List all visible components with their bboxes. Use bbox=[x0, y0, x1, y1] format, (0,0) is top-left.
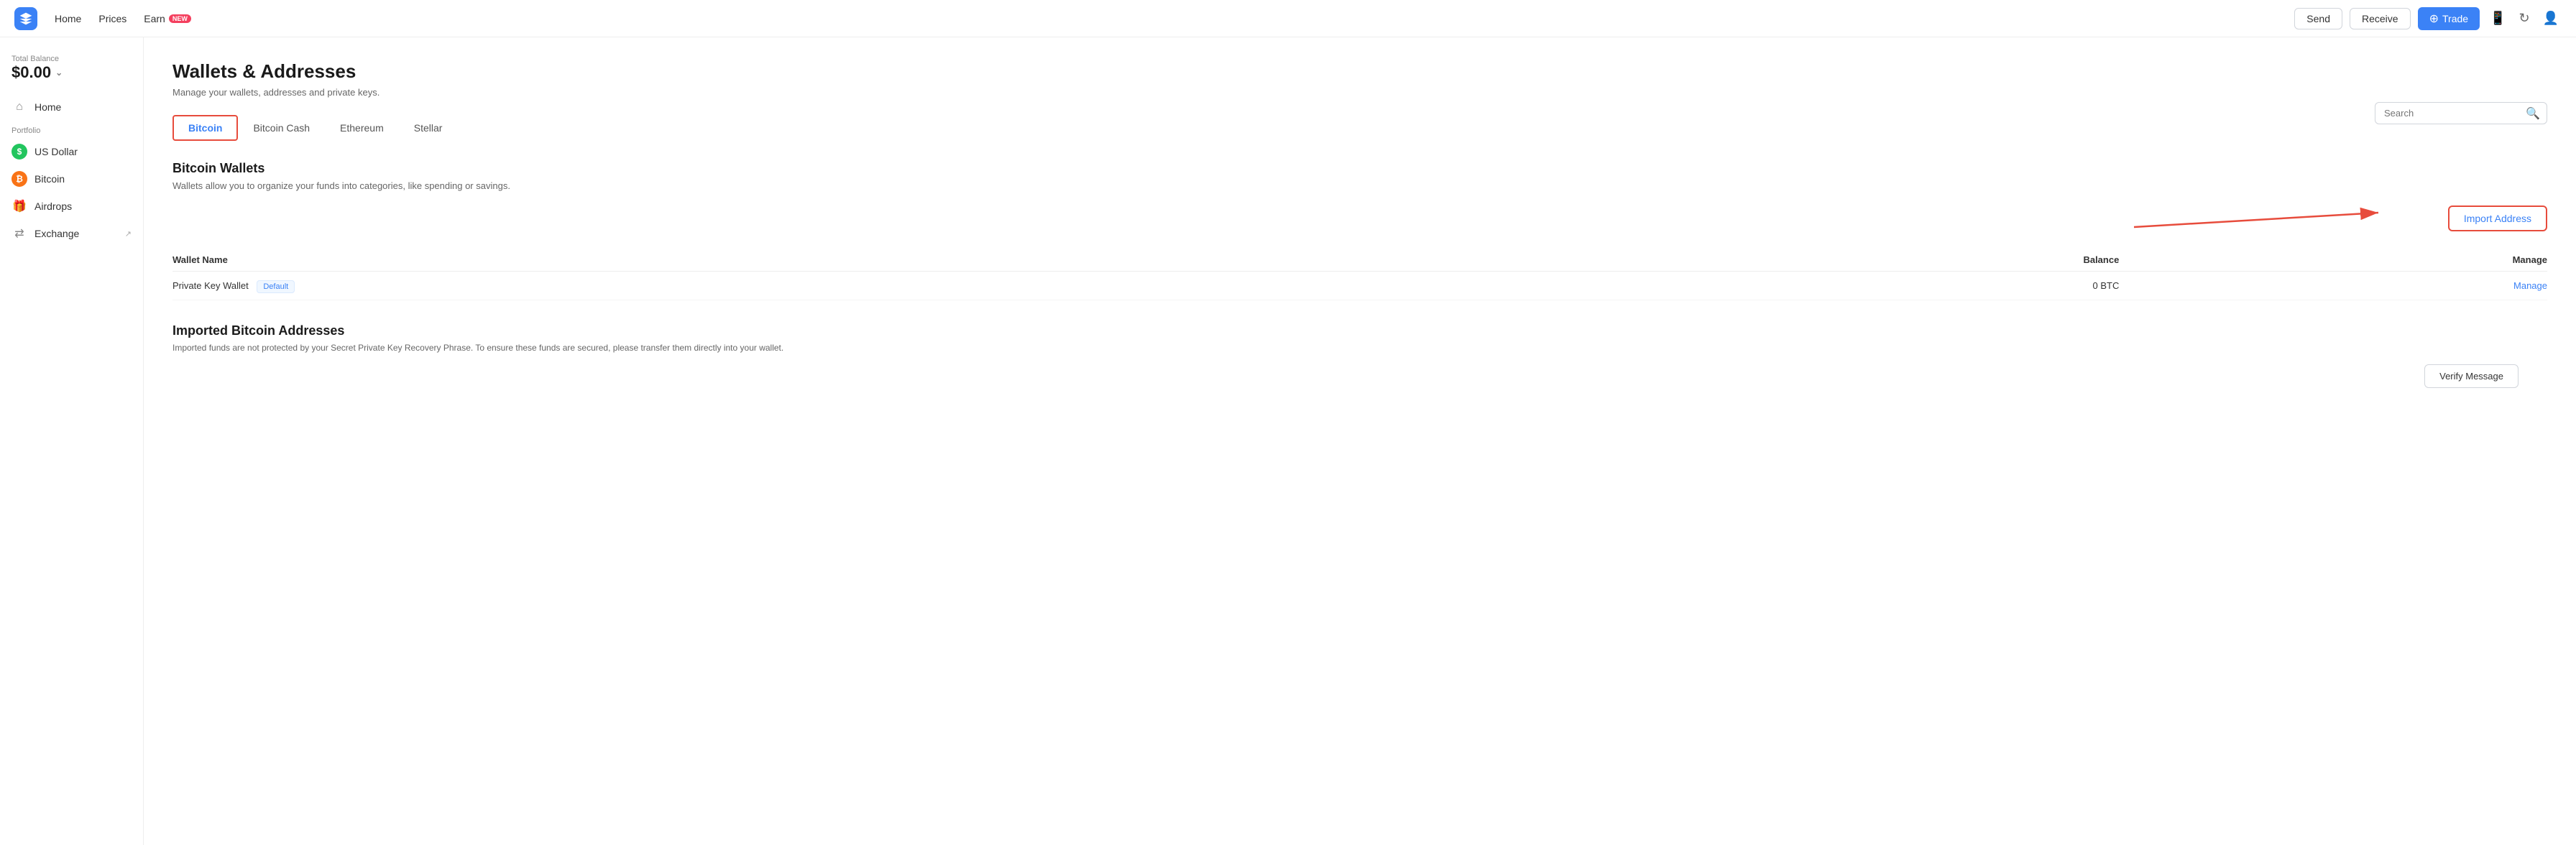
import-area: Import Address bbox=[172, 206, 2547, 241]
balance-section: Total Balance $0.00 ⌄ bbox=[0, 49, 143, 93]
table-row: Private Key Wallet Default 0 BTC Manage bbox=[172, 272, 2547, 300]
default-badge: Default bbox=[257, 280, 295, 293]
portfolio-label: Portfolio bbox=[0, 121, 143, 138]
page-subtitle: Manage your wallets, addresses and priva… bbox=[172, 87, 2547, 98]
nav-prices[interactable]: Prices bbox=[98, 13, 126, 24]
sidebar-item-label: Home bbox=[34, 101, 61, 113]
search-container: 🔍 bbox=[2375, 102, 2547, 124]
usd-icon: $ bbox=[12, 144, 27, 160]
profile-icon[interactable]: 👤 bbox=[2540, 8, 2562, 29]
sidebar-item-label: Airdrops bbox=[34, 200, 72, 212]
exchange-icon: ⇄ bbox=[12, 226, 27, 241]
tab-ethereum[interactable]: Ethereum bbox=[325, 115, 399, 141]
plus-icon: ⊕ bbox=[2429, 11, 2439, 26]
manage-cell: Manage bbox=[2119, 272, 2547, 300]
manage-link[interactable]: Manage bbox=[2513, 280, 2547, 291]
sidebar-item-home[interactable]: ⌂ Home bbox=[0, 93, 143, 121]
col-wallet-name: Wallet Name bbox=[172, 249, 1678, 272]
col-manage: Manage bbox=[2119, 249, 2547, 272]
verify-message-button[interactable]: Verify Message bbox=[2424, 364, 2518, 388]
sidebar-item-exchange[interactable]: ⇄ Exchange ↗ bbox=[0, 220, 143, 247]
balance-label: Total Balance bbox=[12, 55, 132, 63]
sidebar-item-usdollar[interactable]: $ US Dollar bbox=[0, 138, 143, 165]
new-badge: NEW bbox=[169, 14, 191, 23]
home-icon: ⌂ bbox=[12, 99, 27, 115]
send-button[interactable]: Send bbox=[2294, 8, 2342, 29]
sidebar-item-label: Bitcoin bbox=[34, 173, 65, 185]
search-input[interactable] bbox=[2375, 102, 2547, 124]
wallets-section-desc: Wallets allow you to organize your funds… bbox=[172, 180, 2547, 191]
receive-button[interactable]: Receive bbox=[2350, 8, 2411, 29]
tab-bitcoin[interactable]: Bitcoin bbox=[172, 115, 238, 141]
wallets-section-title: Bitcoin Wallets bbox=[172, 161, 2547, 176]
tab-stellar[interactable]: Stellar bbox=[399, 115, 458, 141]
top-navigation: Home Prices Earn NEW Send Receive ⊕ Trad… bbox=[0, 0, 2576, 37]
airdrops-icon: 🎁 bbox=[12, 198, 27, 214]
red-arrow bbox=[2134, 191, 2421, 241]
imported-section-desc: Imported funds are not protected by your… bbox=[172, 343, 2547, 353]
main-content: Wallets & Addresses Manage your wallets,… bbox=[144, 37, 2576, 845]
sidebar-item-label: US Dollar bbox=[34, 146, 78, 157]
refresh-icon[interactable]: ↻ bbox=[2516, 8, 2532, 29]
balance-cell: 0 BTC bbox=[1678, 272, 2120, 300]
tab-bitcoin-cash[interactable]: Bitcoin Cash bbox=[238, 115, 325, 141]
page-title: Wallets & Addresses bbox=[172, 60, 2547, 83]
nav-actions: Send Receive ⊕ Trade 📱 ↻ 👤 bbox=[2294, 7, 2562, 30]
sidebar-item-label: Exchange bbox=[34, 228, 79, 239]
wallets-section: Bitcoin Wallets Wallets allow you to org… bbox=[172, 161, 2547, 300]
nav-earn[interactable]: Earn NEW bbox=[144, 13, 191, 24]
currency-tabs: Bitcoin Bitcoin Cash Ethereum Stellar bbox=[172, 115, 2547, 141]
balance-amount: $0.00 ⌄ bbox=[12, 63, 132, 82]
sidebar: Total Balance $0.00 ⌄ ⌂ Home Portfolio $… bbox=[0, 37, 144, 845]
trade-button[interactable]: ⊕ Trade bbox=[2418, 7, 2480, 30]
mobile-icon[interactable]: 📱 bbox=[2487, 8, 2508, 29]
wallet-name-cell: Private Key Wallet Default bbox=[172, 272, 1678, 300]
btc-icon: ₿ bbox=[12, 171, 27, 187]
sidebar-item-bitcoin[interactable]: ₿ Bitcoin bbox=[0, 165, 143, 193]
col-balance: Balance bbox=[1678, 249, 2120, 272]
import-address-button[interactable]: Import Address bbox=[2448, 206, 2547, 231]
imported-section: Imported Bitcoin Addresses Imported fund… bbox=[172, 323, 2547, 353]
search-icon[interactable]: 🔍 bbox=[2526, 106, 2540, 121]
sidebar-item-airdrops[interactable]: 🎁 Airdrops bbox=[0, 193, 143, 220]
app-logo bbox=[14, 7, 37, 30]
external-link-icon: ↗ bbox=[125, 229, 132, 239]
page-layout: Total Balance $0.00 ⌄ ⌂ Home Portfolio $… bbox=[0, 37, 2576, 845]
nav-home[interactable]: Home bbox=[55, 13, 81, 24]
imported-section-title: Imported Bitcoin Addresses bbox=[172, 323, 2547, 338]
wallets-table: Wallet Name Balance Manage Private Key W… bbox=[172, 249, 2547, 300]
balance-chevron[interactable]: ⌄ bbox=[55, 68, 63, 78]
